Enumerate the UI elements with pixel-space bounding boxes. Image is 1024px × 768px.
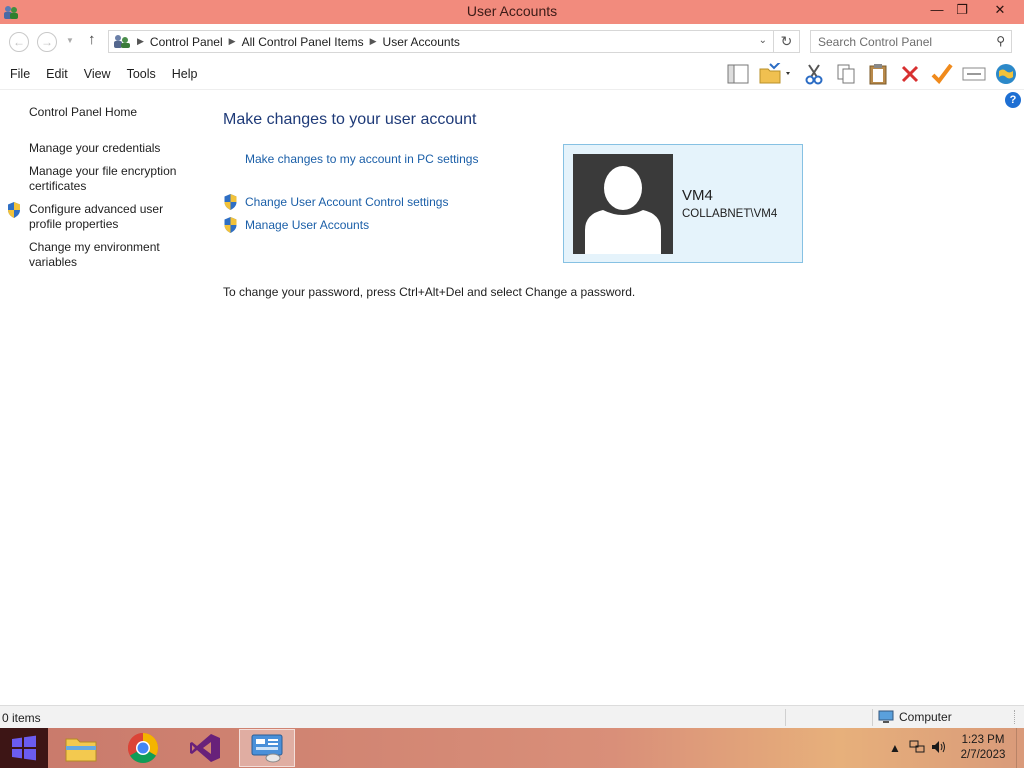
uac-shield-icon: [224, 194, 237, 210]
visual-studio-icon: [190, 734, 220, 762]
recent-locations-chevron-icon[interactable]: ▼: [66, 36, 74, 45]
status-divider: [785, 709, 786, 726]
help-icon[interactable]: ?: [1005, 92, 1021, 108]
sidebar-item-manage-credentials[interactable]: Manage your credentials: [29, 141, 194, 156]
zone-label: Computer: [899, 710, 952, 724]
manage-user-accounts-link[interactable]: Manage User Accounts: [245, 218, 369, 232]
left-navigation-pane: Control Panel Home Manage your credentia…: [0, 90, 200, 704]
menu-file[interactable]: File: [10, 67, 30, 81]
menu-edit[interactable]: Edit: [46, 67, 68, 81]
control-panel-icon: [251, 734, 283, 763]
paste-icon[interactable]: [862, 60, 894, 88]
breadcrumb-separator-icon[interactable]: ▶: [229, 36, 236, 47]
breadcrumb-all-items[interactable]: All Control Panel Items: [242, 35, 364, 49]
show-desktop-button[interactable]: [1016, 728, 1024, 768]
password-note: To change your password, press Ctrl+Alt+…: [223, 285, 636, 299]
uac-shield-icon: [224, 217, 237, 233]
checkmark-icon[interactable]: [926, 60, 958, 88]
taskbar-file-explorer[interactable]: [53, 729, 109, 767]
menu-view[interactable]: View: [84, 67, 111, 81]
volume-icon[interactable]: [928, 740, 950, 757]
search-box[interactable]: ⚲: [810, 30, 1012, 53]
forward-button[interactable]: →: [37, 32, 57, 52]
search-icon[interactable]: ⚲: [996, 34, 1005, 48]
taskbar-chrome[interactable]: [115, 729, 171, 767]
menu-tools[interactable]: Tools: [127, 67, 156, 81]
menu-bar: File Edit View Tools Help: [10, 67, 197, 81]
toolbar: [722, 60, 1022, 88]
menu-toolbar-row: File Edit View Tools Help: [0, 58, 1024, 90]
breadcrumb-separator-icon[interactable]: ▶: [370, 36, 377, 47]
sidebar-item-advanced-profile[interactable]: Configure advanced user profile properti…: [29, 202, 194, 232]
address-bar[interactable]: ▶ Control Panel ▶ All Control Panel Item…: [108, 30, 774, 53]
resize-grip-icon[interactable]: [1014, 710, 1020, 724]
file-explorer-icon: [65, 738, 97, 762]
window-title: User Accounts: [466, 3, 558, 19]
navigation-bar: ← → ▼ ↑ ▶ Control Panel ▶ All Control Pa…: [0, 24, 1024, 58]
sidebar-item-file-encryption[interactable]: Manage your file encryption certificates: [29, 164, 194, 194]
chrome-icon: [127, 733, 159, 764]
rename-icon[interactable]: [958, 60, 990, 88]
taskbar: ▲ 1:23 PM 2/7/2023: [0, 728, 1024, 768]
taskbar-visual-studio[interactable]: [177, 729, 233, 767]
restore-button[interactable]: ❐: [947, 0, 977, 22]
delete-icon[interactable]: [894, 60, 926, 88]
breadcrumb: ▶ Control Panel ▶ All Control Panel Item…: [113, 34, 460, 49]
clock-time: 1:23 PM: [961, 734, 1005, 746]
page-title: Make changes to your user account: [223, 111, 477, 128]
network-icon[interactable]: [906, 740, 928, 757]
default-user-avatar-icon: [573, 154, 673, 254]
close-button[interactable]: ✕: [985, 0, 1015, 22]
properties-folder-icon[interactable]: [754, 60, 798, 88]
title-bar: User Accounts — ❐ ✕: [0, 0, 1024, 24]
clock-date: 2/7/2023: [960, 749, 1006, 761]
clock[interactable]: 1:23 PM 2/7/2023: [950, 733, 1016, 763]
avatar: [573, 154, 673, 254]
menu-help[interactable]: Help: [172, 67, 198, 81]
uac-settings-link[interactable]: Change User Account Control settings: [245, 195, 448, 209]
up-button[interactable]: ↑: [88, 31, 96, 48]
sidebar-item-environment-variables[interactable]: Change my environment variables: [29, 240, 194, 270]
computer-icon: [878, 710, 894, 723]
status-divider: [872, 709, 873, 726]
cut-icon[interactable]: [798, 60, 830, 88]
breadcrumb-separator-icon[interactable]: ▶: [137, 36, 144, 47]
status-bar: 0 items Computer: [0, 705, 1024, 728]
windows-logo-icon: [12, 735, 36, 761]
pc-settings-link[interactable]: Make changes to my account in PC setting…: [245, 152, 478, 166]
uac-shield-icon: [8, 202, 20, 218]
refresh-button[interactable]: ↻: [774, 30, 800, 53]
user-name: VM4: [682, 187, 713, 204]
start-button[interactable]: [0, 728, 48, 768]
zone-indicator: Computer: [878, 710, 952, 724]
main-content: Make changes to your user account Make c…: [223, 90, 1003, 704]
back-button[interactable]: ←: [9, 32, 29, 52]
system-tray: ▲ 1:23 PM 2/7/2023: [884, 728, 1024, 768]
breadcrumb-user-accounts[interactable]: User Accounts: [383, 35, 460, 49]
taskbar-control-panel[interactable]: [239, 729, 295, 767]
address-dropdown-chevron-icon[interactable]: ⌄: [759, 35, 767, 46]
breadcrumb-control-panel[interactable]: Control Panel: [150, 35, 223, 49]
layout-icon[interactable]: [722, 60, 754, 88]
globe-icon[interactable]: [990, 60, 1022, 88]
sidebar-item-control-panel-home[interactable]: Control Panel Home: [29, 105, 194, 120]
control-panel-icon: [114, 35, 130, 48]
show-hidden-icons-chevron-icon[interactable]: ▲: [884, 741, 906, 755]
copy-icon[interactable]: [830, 60, 862, 88]
user-domain: COLLABNET\VM4: [682, 208, 778, 220]
item-count: 0 items: [2, 711, 41, 725]
user-account-tile[interactable]: VM4 COLLABNET\VM4: [563, 144, 803, 263]
search-input[interactable]: [811, 31, 981, 52]
